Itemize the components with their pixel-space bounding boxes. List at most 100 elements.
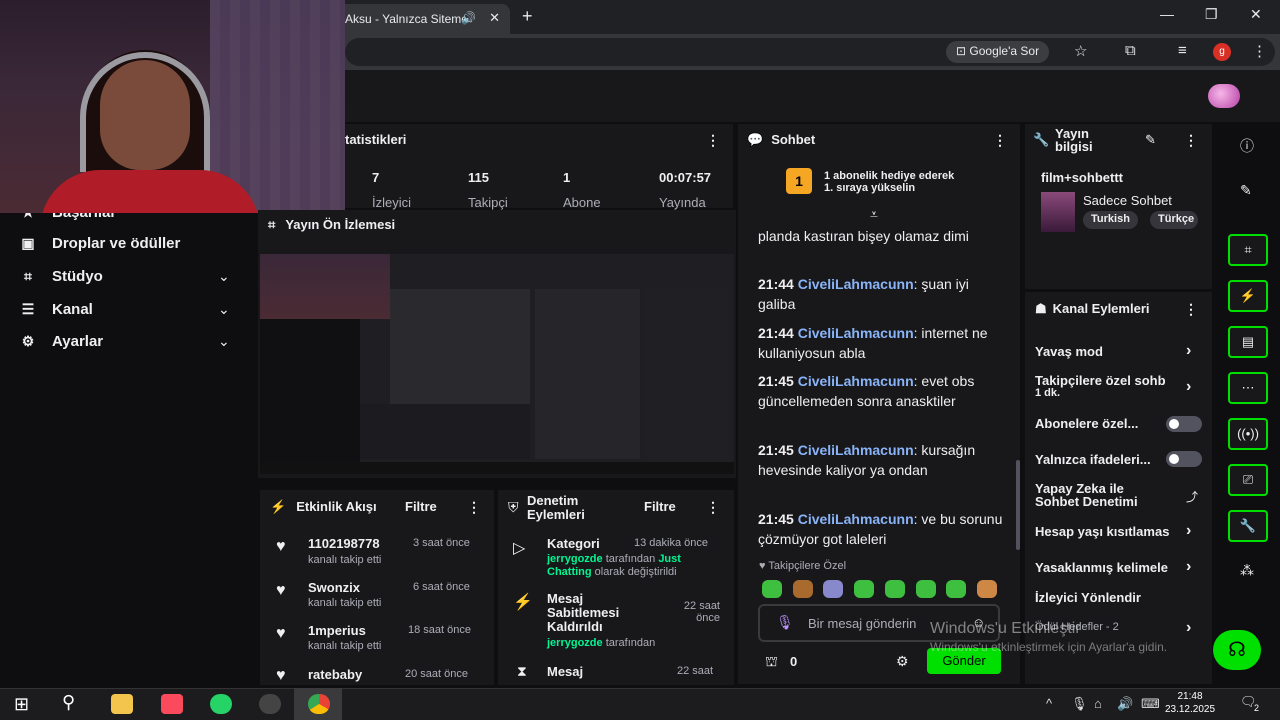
- emote[interactable]: [823, 580, 843, 598]
- more-options-icon[interactable]: ⋮: [706, 499, 720, 516]
- activity-filter-button[interactable]: Filtre: [405, 499, 437, 514]
- category-name[interactable]: Sadece Sohbet: [1083, 193, 1172, 208]
- profile-avatar[interactable]: g: [1213, 43, 1231, 61]
- tray-overflow-icon[interactable]: ^: [1046, 696, 1052, 711]
- more-options-icon[interactable]: ⋮: [1184, 132, 1198, 149]
- music-app-icon[interactable]: [161, 694, 183, 714]
- chevron-right-icon[interactable]: ›: [1186, 558, 1191, 576]
- emotes-only-toggle[interactable]: [1166, 451, 1202, 467]
- quick-action-chat-button[interactable]: ⋯: [1228, 372, 1268, 404]
- stream-preview-video[interactable]: [260, 254, 734, 474]
- user-avatar[interactable]: [1208, 84, 1240, 108]
- sidebar-item-settings[interactable]: ⚙ Ayarlar: [20, 333, 103, 350]
- quick-action-clip-button[interactable]: ⌗: [1228, 234, 1268, 266]
- gift-leaderboard-text[interactable]: 1 abonelik hediye ederek 1. sıraya yükse…: [824, 170, 954, 194]
- language-icon[interactable]: ⌨: [1141, 696, 1160, 712]
- sidebar-item-drops[interactable]: ▣ Droplar ve ödüller: [20, 235, 180, 252]
- emote[interactable]: [916, 580, 936, 598]
- more-options-icon[interactable]: ⋮: [706, 132, 720, 149]
- ask-google-button[interactable]: ⊡ Google'a Sor: [946, 41, 1050, 63]
- emote[interactable]: [854, 580, 874, 598]
- quick-action-raid-button[interactable]: ⎚: [1228, 464, 1268, 496]
- activity-name[interactable]: ratebaby: [308, 667, 362, 682]
- chat-bubble-icon: 💬: [747, 132, 764, 147]
- chat-settings-icon[interactable]: ⚙: [896, 653, 909, 670]
- channel-points-count: 0: [790, 654, 798, 669]
- microphone-tray-icon[interactable]: 🎙: [1071, 696, 1088, 712]
- add-action-icon[interactable]: ⁂: [1240, 562, 1254, 579]
- quick-action-tools-button[interactable]: 🔧: [1228, 510, 1268, 542]
- obs-icon[interactable]: [259, 694, 281, 714]
- subs-only-toggle[interactable]: [1166, 416, 1202, 432]
- chat-username[interactable]: CiveliLahmacunn: [798, 325, 914, 341]
- slow-mode-item[interactable]: Yavaş mod: [1035, 344, 1103, 359]
- collapse-icon[interactable]: ⩡: [870, 206, 878, 223]
- browser-tab[interactable]: Aksu - Yalnızca Siteme 🔊 ✕: [335, 4, 510, 34]
- activity-name[interactable]: Swonzix: [308, 580, 360, 595]
- ai-moderation-item[interactable]: Yapay Zeka ile Sohbet Denetimi: [1035, 482, 1138, 508]
- external-link-icon[interactable]: ⤴: [1186, 488, 1198, 505]
- chat-username[interactable]: CiveliLahmacunn: [798, 511, 914, 527]
- close-window-button[interactable]: ✕: [1250, 6, 1262, 23]
- chevron-right-icon[interactable]: ›: [1186, 619, 1191, 637]
- more-options-icon[interactable]: ⋮: [993, 132, 1007, 149]
- more-options-icon[interactable]: ⋮: [467, 499, 481, 516]
- media-control-icon[interactable]: ≡: [1178, 42, 1187, 59]
- windows-start-icon[interactable]: ⊞: [14, 694, 29, 715]
- chevron-right-icon[interactable]: ›: [1186, 522, 1191, 540]
- followers-only-notice: ♥ Takipçilere Özel: [759, 560, 847, 572]
- chrome-icon[interactable]: [308, 694, 330, 714]
- emote[interactable]: [793, 580, 813, 598]
- restore-button[interactable]: ❐: [1205, 6, 1218, 23]
- emote[interactable]: [885, 580, 905, 598]
- activity-name[interactable]: 1102198778: [308, 536, 380, 551]
- minimize-button[interactable]: —: [1160, 6, 1174, 22]
- help-chat-bubble[interactable]: ☊: [1213, 630, 1261, 670]
- emote[interactable]: [946, 580, 966, 598]
- microphone-icon[interactable]: 🎙: [776, 614, 794, 631]
- info-icon[interactable]: ⓘ: [1240, 136, 1254, 156]
- network-icon[interactable]: ⌂: [1094, 696, 1102, 711]
- channel-points-icon[interactable]: ⛫: [765, 653, 778, 672]
- chat-username[interactable]: CiveliLahmacunn: [798, 276, 914, 292]
- chevron-down-icon[interactable]: ⌄: [218, 268, 230, 285]
- close-tab-icon[interactable]: ✕: [489, 10, 500, 26]
- browser-menu-icon[interactable]: ⋮: [1252, 42, 1267, 60]
- activity-name[interactable]: 1mperius: [308, 623, 366, 638]
- edit-icon[interactable]: ✎: [1240, 182, 1252, 199]
- banned-words-item[interactable]: Yasaklanmış kelimele: [1035, 560, 1180, 575]
- tag-pill[interactable]: Türkçe: [1150, 211, 1198, 229]
- more-options-icon[interactable]: ⋮: [1184, 301, 1198, 318]
- extensions-icon[interactable]: ⧉: [1125, 42, 1136, 59]
- stat-followers-value: 115: [468, 170, 489, 185]
- chevron-right-icon[interactable]: ›: [1186, 342, 1191, 360]
- sidebar-item-channel[interactable]: ☰ Kanal: [20, 301, 93, 318]
- emote[interactable]: [977, 580, 997, 598]
- quick-action-broadcast-button[interactable]: ((•)): [1228, 418, 1268, 450]
- chat-username[interactable]: CiveliLahmacunn: [798, 373, 914, 389]
- volume-icon[interactable]: 🔊: [1117, 696, 1133, 712]
- chevron-down-icon[interactable]: ⌄: [218, 333, 230, 350]
- chevron-right-icon[interactable]: ›: [1186, 378, 1191, 396]
- chat-scrollbar[interactable]: [1016, 460, 1020, 550]
- taskbar-clock[interactable]: 21:48 23.12.2025: [1160, 690, 1220, 716]
- file-explorer-icon[interactable]: [111, 694, 133, 714]
- moderation-filter-button[interactable]: Filtre: [644, 499, 676, 514]
- quick-action-marker-button[interactable]: ▤: [1228, 326, 1268, 358]
- followers-chat-item[interactable]: Takipçilere özel sohb: [1035, 373, 1180, 388]
- quick-action-ad-button[interactable]: ⚡: [1228, 280, 1268, 312]
- tag-pill[interactable]: Turkish: [1083, 211, 1138, 229]
- raid-item[interactable]: İzleyici Yönlendir: [1035, 590, 1141, 605]
- edit-pencil-icon[interactable]: ✎: [1145, 132, 1156, 148]
- account-age-item[interactable]: Hesap yaşı kısıtlamas: [1035, 524, 1180, 539]
- emote[interactable]: [762, 580, 782, 598]
- chat-message: 21:44 CiveliLahmacunn: internet ne kulla…: [758, 325, 988, 361]
- sidebar-item-studio[interactable]: ⌗ Stüdyo: [20, 268, 103, 285]
- speaker-icon[interactable]: 🔊: [461, 11, 476, 25]
- search-icon[interactable]: ⚲: [62, 692, 75, 713]
- chevron-down-icon[interactable]: ⌄: [218, 301, 230, 318]
- whatsapp-icon[interactable]: [210, 694, 232, 714]
- bookmark-star-icon[interactable]: ☆: [1074, 42, 1087, 60]
- chat-username[interactable]: CiveliLahmacunn: [798, 442, 914, 458]
- new-tab-button[interactable]: +: [522, 6, 533, 27]
